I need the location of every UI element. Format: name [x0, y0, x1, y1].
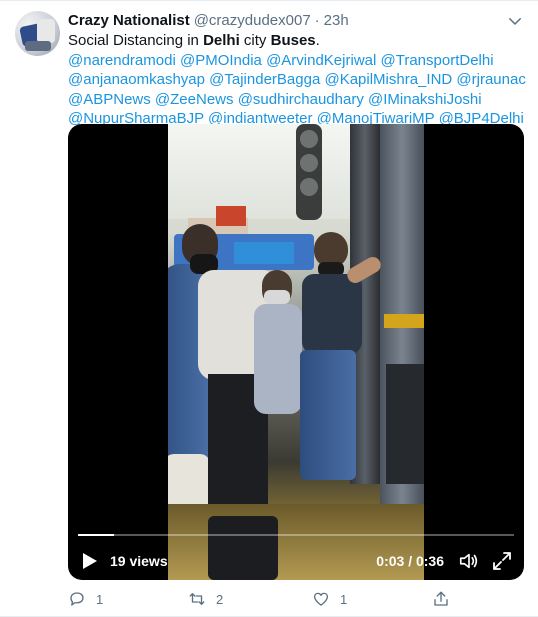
- chevron-down-icon[interactable]: [506, 12, 524, 30]
- timestamp[interactable]: 23h: [324, 12, 349, 29]
- heart-icon: [313, 592, 329, 606]
- video-progress-fill: [78, 534, 115, 536]
- video-progress-bar[interactable]: [78, 534, 514, 536]
- reply-icon: [70, 592, 84, 606]
- share-button[interactable]: [432, 588, 460, 610]
- mention-link[interactable]: @KapilMishra_IND: [324, 71, 452, 88]
- retweet-icon: [189, 593, 205, 605]
- mention-link[interactable]: @rjraunac: [456, 71, 525, 88]
- tweet-header: Crazy Nationalist @crazydudex007 · 23h: [68, 10, 349, 30]
- fullscreen-icon[interactable]: [492, 551, 512, 571]
- tweet-text: Social Distancing in Delhi city Buses. @…: [68, 31, 528, 129]
- separator-dot: ·: [314, 11, 320, 29]
- retweet-button[interactable]: 2: [188, 588, 223, 610]
- volume-icon[interactable]: [458, 550, 480, 572]
- tweet-text-part: .: [315, 32, 320, 49]
- mention-link[interactable]: @sudhirchaudhary: [238, 91, 364, 108]
- retweet-count: 2: [216, 591, 224, 607]
- user-handle[interactable]: @crazydudex007: [194, 12, 311, 29]
- tweet[interactable]: Crazy Nationalist @crazydudex007 · 23h S…: [0, 0, 538, 617]
- mention-link[interactable]: @PMOIndia: [180, 52, 262, 69]
- tweet-text-part: Social Distancing in: [68, 32, 204, 49]
- reply-button[interactable]: 1: [68, 588, 103, 610]
- mention-link[interactable]: @ABPNews: [68, 91, 151, 108]
- tweet-text-bold: Delhi: [203, 32, 240, 49]
- tweet-text-bold: Buses: [270, 32, 316, 49]
- tweet-actions: 1 2 1: [68, 588, 468, 610]
- reply-count: 1: [96, 591, 104, 607]
- mention-link[interactable]: @TransportDelhi: [381, 52, 494, 69]
- view-count: 19 views: [110, 553, 168, 569]
- mention-link[interactable]: @ArvindKejriwal: [266, 52, 376, 69]
- like-button[interactable]: 1: [312, 588, 347, 610]
- share-icon: [434, 591, 448, 606]
- tweet-text-part: city: [239, 32, 271, 49]
- avatar[interactable]: [15, 11, 60, 56]
- mention-link[interactable]: @IMinakshiJoshi: [368, 91, 482, 108]
- video-player[interactable]: 19 views 0:03 / 0:36: [68, 124, 524, 580]
- video-frame: [168, 124, 424, 580]
- display-name[interactable]: Crazy Nationalist: [68, 12, 190, 29]
- video-controls: 19 views 0:03 / 0:36: [68, 542, 524, 580]
- mention-link[interactable]: @anjanaomkashyap: [68, 71, 205, 88]
- top-divider: [0, 0, 538, 1]
- mention-link[interactable]: @ZeeNews: [155, 91, 234, 108]
- play-icon[interactable]: [82, 552, 98, 570]
- like-count: 1: [340, 591, 348, 607]
- mention-link[interactable]: @narendramodi: [68, 52, 176, 69]
- video-timecode: 0:03 / 0:36: [376, 553, 444, 569]
- mention-link[interactable]: @TajinderBagga: [209, 71, 320, 88]
